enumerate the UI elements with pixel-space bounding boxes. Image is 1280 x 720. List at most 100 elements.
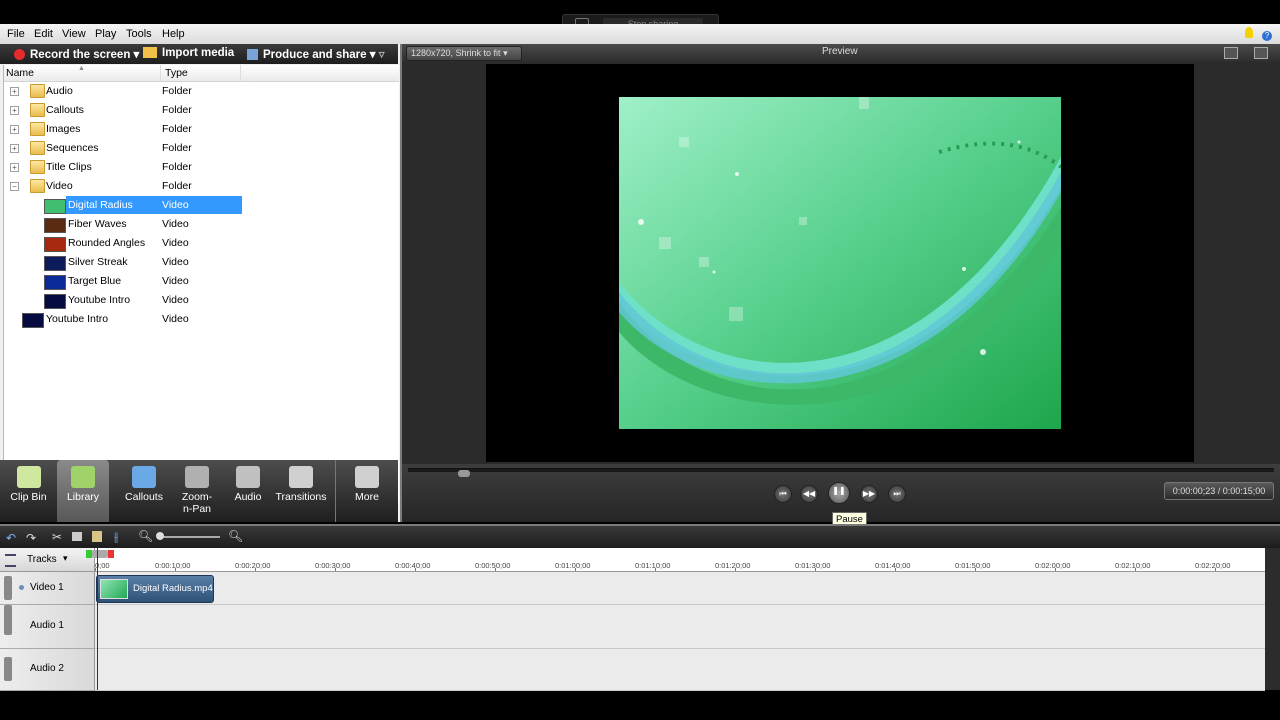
library-row[interactable]: Youtube Intro Video [4,310,399,328]
paste-icon[interactable] [92,531,102,542]
selection-end-marker[interactable] [108,550,114,558]
library-row[interactable]: + Audio Folder [4,82,399,100]
library-row[interactable]: Silver Streak Video [4,253,399,271]
import-folder-icon [143,47,157,58]
record-screen-button[interactable]: Record the screen ▾ [14,47,139,61]
timeline-vertical-scrollbar[interactable] [1265,548,1280,690]
zoom-out-icon[interactable]: 🔍︎ [138,529,153,543]
folder-icon [30,103,45,117]
timeline-clip[interactable]: Digital Radius.mp4 [96,575,214,603]
track-lane-video-1[interactable]: Digital Radius.mp4 [95,572,1265,605]
menu-file[interactable]: File [7,28,25,40]
menu-help[interactable]: Help [162,28,185,40]
track-header-video-1[interactable]: Video 1 [0,572,95,605]
library-row[interactable]: Digital Radius Video [4,196,399,214]
preview-canvas[interactable] [486,64,1194,462]
ruler-tick-mark [1055,568,1056,571]
tab-audio[interactable]: Audio [224,460,272,522]
clip-label: Digital Radius.mp4 [133,583,213,594]
video-thumbnail-icon [44,237,66,252]
playhead-handle[interactable] [92,550,108,558]
collapse-icon[interactable]: − [10,182,19,191]
expand-icon[interactable]: + [10,144,19,153]
undo-icon[interactable]: ↶ [6,531,16,545]
tracks-menu[interactable]: Tracks ▾ [0,548,95,571]
menu-edit[interactable]: Edit [34,28,53,40]
tab-transitions[interactable]: Transitions [272,460,330,522]
split-icon[interactable]: ⫲ [114,529,118,545]
clip-thumbnail [100,579,128,599]
playback-controls: ⏮ ◀◀ ❚❚ ▶▶ ⏭ Pause 0:00:00;23 / 0:00:15;… [402,464,1280,527]
pause-button[interactable]: ❚❚ [828,482,850,504]
library-item-type: Video [162,218,189,230]
ruler-tick-mark [335,568,336,571]
tab-library[interactable]: Library [57,460,109,522]
preview-size-dropdown[interactable]: 1280x720, Shrink to fit ▾ [406,46,522,61]
record-screen-label: Record the screen [30,49,131,61]
cut-icon[interactable]: ✂ [52,530,62,544]
tab-zoom-n-pan[interactable]: Zoom-n-Pan [170,460,224,522]
chevron-down-icon: ▾ [63,553,68,563]
ruler-tick-label: 0:00:50;00 [475,561,511,570]
lightbulb-icon[interactable] [1244,27,1253,38]
scrub-handle[interactable] [458,470,470,477]
ruler-tick-label: 0:00:30;00 [315,561,351,570]
library-row[interactable]: Youtube Intro Video [4,291,399,309]
track-lane-audio-2[interactable] [95,649,1265,691]
track-collapse-handle[interactable] [4,657,12,681]
timeline-ruler[interactable]: Tracks ▾ 0;00 0:00:10;00 0:00:20;00 0:00:30… [0,548,1280,572]
detach-preview-icon[interactable] [1224,47,1238,59]
library-row[interactable]: + Images Folder [4,120,399,138]
track-header-audio-2[interactable]: Audio 2 [0,649,95,691]
library-row[interactable]: + Sequences Folder [4,139,399,157]
expand-icon[interactable]: + [10,87,19,96]
track-collapse-handle[interactable] [4,576,12,600]
previous-clip-button[interactable]: ⏮ [774,485,792,503]
library-row[interactable]: Rounded Angles Video [4,234,399,252]
menu-view[interactable]: View [62,28,86,40]
menu-tools[interactable]: Tools [126,28,152,40]
produce-share-button[interactable]: Produce and share ▾ ▿ [247,47,385,61]
copy-icon[interactable] [72,532,82,541]
menu-play[interactable]: Play [95,28,116,40]
rewind-button[interactable]: ◀◀ [800,485,818,503]
ruler-tick-mark [575,568,576,571]
tab-clip-bin[interactable]: Clip Bin [0,460,57,522]
ruler-tick-mark [815,568,816,571]
callouts-icon [132,466,156,488]
library-row[interactable]: − Video Folder [4,177,399,195]
fullscreen-icon[interactable] [1254,47,1268,59]
zoom-in-icon[interactable]: 🔍︎ [228,529,243,543]
tab-more[interactable]: More [336,460,398,522]
fast-forward-button[interactable]: ▶▶ [860,485,878,503]
library-item-type: Video [162,275,189,287]
library-row[interactable]: Fiber Waves Video [4,215,399,233]
ruler-tick-mark [415,568,416,571]
import-media-button[interactable]: Import media [143,47,234,59]
zoom-slider-handle[interactable] [156,532,164,540]
ruler-tick-label: 0:01:30;00 [795,561,831,570]
help-icon[interactable]: ? [1262,31,1272,41]
library-row[interactable]: + Title Clips Folder [4,158,399,176]
record-icon [14,49,25,60]
track-header-audio-1[interactable]: Audio 1 [0,605,95,649]
library-row[interactable]: + Callouts Folder [4,101,399,119]
type-column-header[interactable]: Type [165,67,188,79]
name-column-header[interactable]: Name [6,67,34,79]
library-item-type: Video [162,237,189,249]
expand-icon[interactable]: + [10,163,19,172]
redo-icon[interactable]: ↷ [26,531,36,545]
next-clip-button[interactable]: ⏭ [888,485,906,503]
expand-icon[interactable]: + [10,125,19,134]
sort-arrow-icon: ▲ [78,65,85,72]
scrub-bar[interactable] [408,468,1274,477]
more-icon [355,466,379,488]
expand-icon[interactable]: + [10,106,19,115]
track-lane-audio-1[interactable] [95,605,1265,649]
library-row[interactable]: Target Blue Video [4,272,399,290]
tab-callouts[interactable]: Callouts [118,460,170,522]
track-collapse-handle[interactable] [4,605,12,635]
ruler-tick-label: 0:02:00;00 [1035,561,1071,570]
video-thumbnail-icon [44,294,66,309]
zoom-slider[interactable] [158,536,220,538]
